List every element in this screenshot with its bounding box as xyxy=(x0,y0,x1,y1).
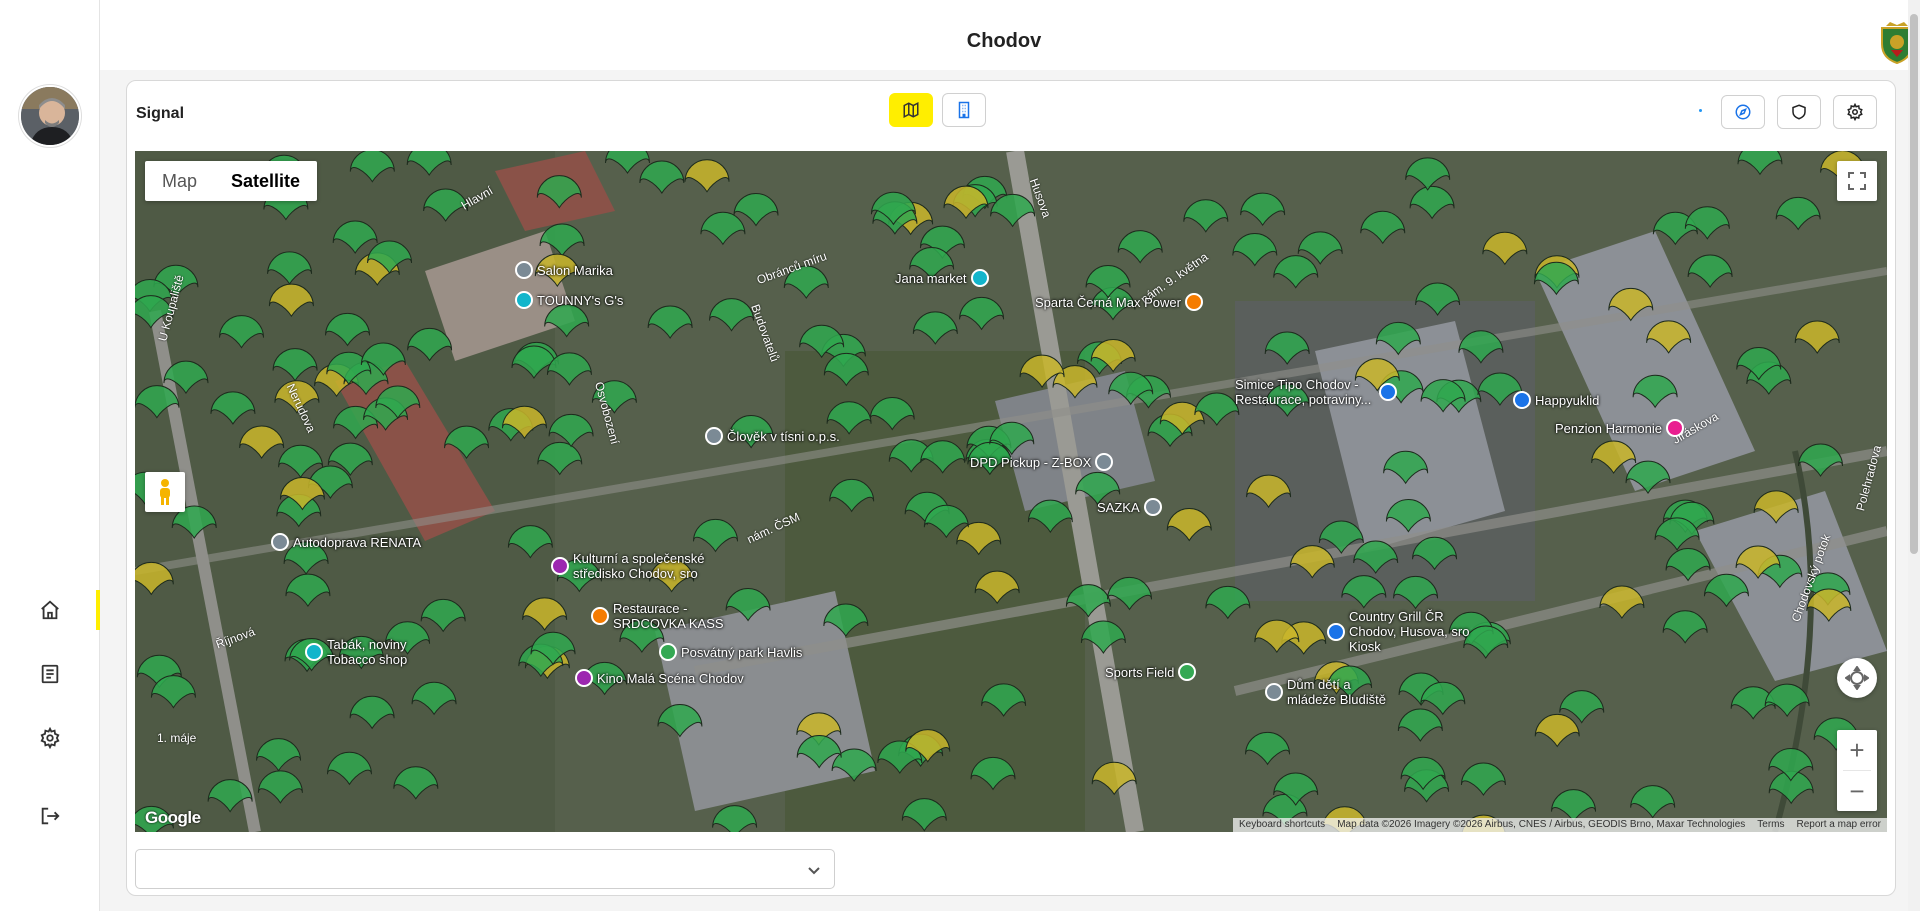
active-indicator xyxy=(96,590,100,630)
sidebar-item-home[interactable] xyxy=(30,590,70,630)
map-attribution: Keyboard shortcuts Map data ©2026 Imager… xyxy=(1233,818,1887,832)
home-icon xyxy=(41,600,59,620)
sidebar xyxy=(0,0,100,911)
pegman-icon xyxy=(160,479,170,505)
map-type-control: Map Satellite xyxy=(145,161,318,201)
map-type-satellite[interactable]: Satellite xyxy=(214,161,317,201)
terms-link[interactable]: Terms xyxy=(1751,818,1790,832)
compass-icon xyxy=(1735,104,1751,120)
map-data-text: Map data ©2026 Imagery ©2026 Airbus, CNE… xyxy=(1337,819,1746,830)
move-icon xyxy=(1845,666,1869,690)
poi-marker[interactable]: Jana market xyxy=(895,269,989,287)
park-pin-icon xyxy=(659,643,677,661)
fullscreen-button[interactable] xyxy=(1837,161,1877,201)
service-pin-icon xyxy=(1513,391,1531,409)
map-view-toggle[interactable] xyxy=(889,93,933,127)
poi-marker[interactable]: Člověk v tísni o.p.s. xyxy=(705,427,840,445)
place-pin-icon xyxy=(1143,498,1162,516)
zoom-out-button[interactable]: − xyxy=(1837,771,1877,811)
shop-pin-icon xyxy=(305,643,323,661)
poi-marker[interactable]: Kino Malá Scéna Chodov xyxy=(575,669,744,687)
gear-icon xyxy=(40,727,60,749)
dropdown-select[interactable] xyxy=(135,849,835,889)
poi-marker[interactable]: Sparta Černá Max Power xyxy=(1035,293,1203,311)
place-pin-icon xyxy=(515,261,533,279)
poi-marker[interactable]: Posvátný park Havlis xyxy=(659,643,802,661)
logout-icon xyxy=(41,807,60,825)
poi-marker[interactable]: Salon Marika xyxy=(515,261,613,279)
map-icon xyxy=(903,102,919,118)
poi-marker[interactable]: Penzion Harmonie xyxy=(1555,419,1684,437)
poi-marker[interactable]: Sports Field xyxy=(1105,663,1197,681)
street-label: 1. máje xyxy=(157,731,197,745)
poi-marker[interactable]: Tabák, noviny Tobacco shop xyxy=(305,637,437,667)
poi-marker[interactable]: Autodoprava RENATA xyxy=(271,533,421,551)
poi-marker[interactable]: SAZKA xyxy=(1097,498,1162,516)
scrollbar-thumb[interactable] xyxy=(1910,14,1918,554)
sidebar-item-settings[interactable] xyxy=(30,718,70,758)
poi-marker[interactable]: Happyuklid xyxy=(1513,391,1599,409)
page-title: Chodov xyxy=(966,30,1042,52)
place-pin-icon xyxy=(1265,683,1283,701)
signal-card: Signal Husova Hlavní Obránců míru Budova… xyxy=(126,80,1896,896)
map-imagery xyxy=(135,151,1887,832)
shopping-pin-icon xyxy=(1379,383,1397,401)
place-pin-icon xyxy=(705,427,723,445)
building-view-toggle[interactable] xyxy=(942,93,986,127)
shop-pin-icon xyxy=(970,269,989,287)
page-scrollbar[interactable] xyxy=(1908,0,1920,911)
restaurant-pin-icon xyxy=(591,607,609,625)
poi-marker[interactable]: TOUNNY's G's xyxy=(515,291,623,309)
street-view-pegman[interactable] xyxy=(145,472,185,512)
sports-pin-icon xyxy=(1178,663,1197,681)
zoom-in-button[interactable]: + xyxy=(1837,730,1877,770)
sidebar-item-logout[interactable] xyxy=(30,796,70,836)
culture-pin-icon xyxy=(551,557,569,575)
restaurant-pin-icon xyxy=(1184,293,1203,311)
fullscreen-icon xyxy=(1848,172,1866,190)
poi-marker[interactable]: Restaurace - SRDCOVKA KASS xyxy=(591,601,733,631)
restaurant-pin-icon xyxy=(1327,622,1345,641)
camera-control-button[interactable] xyxy=(1837,658,1877,698)
document-icon xyxy=(41,664,59,684)
poi-marker[interactable]: Kulturní a společenské středisko Chodov,… xyxy=(551,551,733,581)
satellite-map[interactable]: Husova Hlavní Obránců míru Budovatelů ná… xyxy=(135,151,1887,832)
status-dot xyxy=(1699,109,1702,112)
poi-marker[interactable]: DPD Pickup - Z-BOX xyxy=(970,453,1114,471)
chevron-down-icon xyxy=(808,867,820,875)
keyboard-shortcuts-link[interactable]: Keyboard shortcuts xyxy=(1233,818,1331,832)
gear-icon xyxy=(1847,103,1863,121)
navigate-button[interactable] xyxy=(1721,95,1765,129)
card-title: Signal xyxy=(136,105,185,122)
building-icon xyxy=(958,101,970,119)
zoom-control: + − xyxy=(1837,730,1877,811)
shield-button[interactable] xyxy=(1777,95,1821,129)
top-header: Chodov xyxy=(100,0,1913,70)
report-error-link[interactable]: Report a map error xyxy=(1791,818,1887,832)
sidebar-item-documents[interactable] xyxy=(30,654,70,694)
poi-marker[interactable]: Country Grill ČR Chodov, Husova, sro Kio… xyxy=(1327,609,1479,654)
avatar[interactable] xyxy=(19,85,81,147)
google-logo: Google xyxy=(145,808,201,827)
shop-pin-icon xyxy=(515,291,533,309)
settings-button[interactable] xyxy=(1833,95,1877,129)
place-pin-icon xyxy=(271,533,289,551)
hotel-pin-icon xyxy=(1665,419,1684,437)
shield-icon xyxy=(1792,104,1806,120)
map-type-map[interactable]: Map xyxy=(145,161,214,201)
poi-marker[interactable]: Simice Tipo Chodov - Restaurace, potravi… xyxy=(1235,377,1397,407)
place-pin-icon xyxy=(1095,453,1114,471)
poi-marker[interactable]: Dům dětí a mládeže Bludiště xyxy=(1265,677,1397,707)
cinema-pin-icon xyxy=(575,669,593,687)
